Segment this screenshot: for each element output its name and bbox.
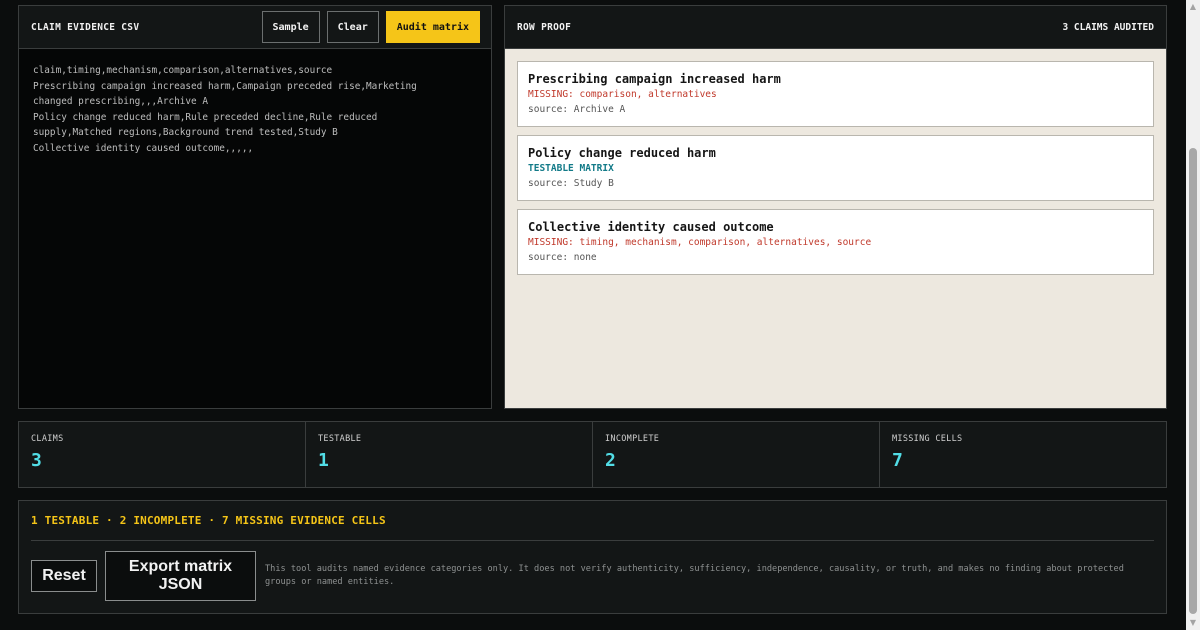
stat-claims: CLAIMS 3 bbox=[19, 422, 306, 487]
audit-matrix-button[interactable]: Audit matrix bbox=[385, 11, 480, 43]
row-proof-header: ROW PROOF 3 CLAIMS AUDITED bbox=[505, 6, 1166, 49]
sample-button[interactable]: Sample bbox=[261, 11, 320, 43]
stat-missing-cells: MISSING CELLS 7 bbox=[880, 422, 1166, 487]
row-proof-title: ROW PROOF bbox=[517, 21, 572, 33]
disclaimer-text: This tool audits named evidence categori… bbox=[265, 564, 1124, 587]
proof-card-source: source: none bbox=[528, 252, 597, 263]
proof-card: Collective identity caused outcome MISSI… bbox=[517, 209, 1154, 275]
proof-card-source: source: Study B bbox=[528, 178, 614, 189]
summary-actions: Reset Export matrix JSON This tool audit… bbox=[31, 551, 1154, 601]
proof-card-status: MISSING: comparison, alternatives bbox=[528, 89, 717, 100]
proof-card-list: Prescribing campaign increased harm MISS… bbox=[505, 49, 1166, 287]
csv-panel: CLAIM EVIDENCE CSV Sample Clear Audit ma… bbox=[18, 5, 492, 409]
reset-button[interactable]: Reset bbox=[31, 560, 97, 592]
summary-line: 1 TESTABLE · 2 INCOMPLETE · 7 MISSING EV… bbox=[31, 501, 1154, 541]
stat-label: CLAIMS bbox=[31, 434, 64, 444]
stat-value: 2 bbox=[605, 450, 616, 471]
proof-card-source: source: Archive A bbox=[528, 104, 626, 115]
proof-card: Policy change reduced harm TESTABLE MATR… bbox=[517, 135, 1154, 201]
proof-card-title: Collective identity caused outcome bbox=[528, 220, 774, 234]
scrollbar-thumb[interactable] bbox=[1189, 148, 1197, 614]
proof-card-status: MISSING: timing, mechanism, comparison, … bbox=[528, 237, 872, 248]
stats-bar: CLAIMS 3 TESTABLE 1 INCOMPLETE 2 MISSING… bbox=[18, 421, 1167, 488]
stat-label: INCOMPLETE bbox=[605, 434, 660, 444]
triangle-down-icon[interactable]: ▼ bbox=[1186, 616, 1200, 630]
page: CLAIM EVIDENCE CSV Sample Clear Audit ma… bbox=[0, 0, 1186, 630]
stat-value: 1 bbox=[318, 450, 329, 471]
csv-input[interactable]: claim,timing,mechanism,comparison,altern… bbox=[19, 49, 459, 170]
page-scrollbar[interactable]: ▲ ▼ bbox=[1186, 0, 1200, 630]
claims-audited-count: 3 CLAIMS AUDITED bbox=[1062, 21, 1154, 33]
stat-label: MISSING CELLS bbox=[892, 434, 963, 444]
stat-value: 3 bbox=[31, 450, 42, 471]
proof-card-status: TESTABLE MATRIX bbox=[528, 163, 614, 174]
proof-card-title: Policy change reduced harm bbox=[528, 146, 716, 160]
clear-button[interactable]: Clear bbox=[326, 11, 379, 43]
stat-testable: TESTABLE 1 bbox=[306, 422, 593, 487]
csv-panel-title: CLAIM EVIDENCE CSV bbox=[31, 21, 140, 33]
stat-incomplete: INCOMPLETE 2 bbox=[593, 422, 880, 487]
csv-panel-header: CLAIM EVIDENCE CSV Sample Clear Audit ma… bbox=[19, 6, 491, 49]
row-proof-panel: ROW PROOF 3 CLAIMS AUDITED Prescribing c… bbox=[504, 5, 1167, 409]
csv-toolbar: Sample Clear Audit matrix bbox=[261, 11, 480, 43]
stat-value: 7 bbox=[892, 450, 903, 471]
proof-card-title: Prescribing campaign increased harm bbox=[528, 72, 781, 86]
summary-panel: 1 TESTABLE · 2 INCOMPLETE · 7 MISSING EV… bbox=[18, 500, 1167, 614]
proof-card: Prescribing campaign increased harm MISS… bbox=[517, 61, 1154, 127]
stat-label: TESTABLE bbox=[318, 434, 362, 444]
export-matrix-json-button[interactable]: Export matrix JSON bbox=[105, 551, 256, 601]
triangle-up-icon[interactable]: ▲ bbox=[1186, 0, 1200, 14]
